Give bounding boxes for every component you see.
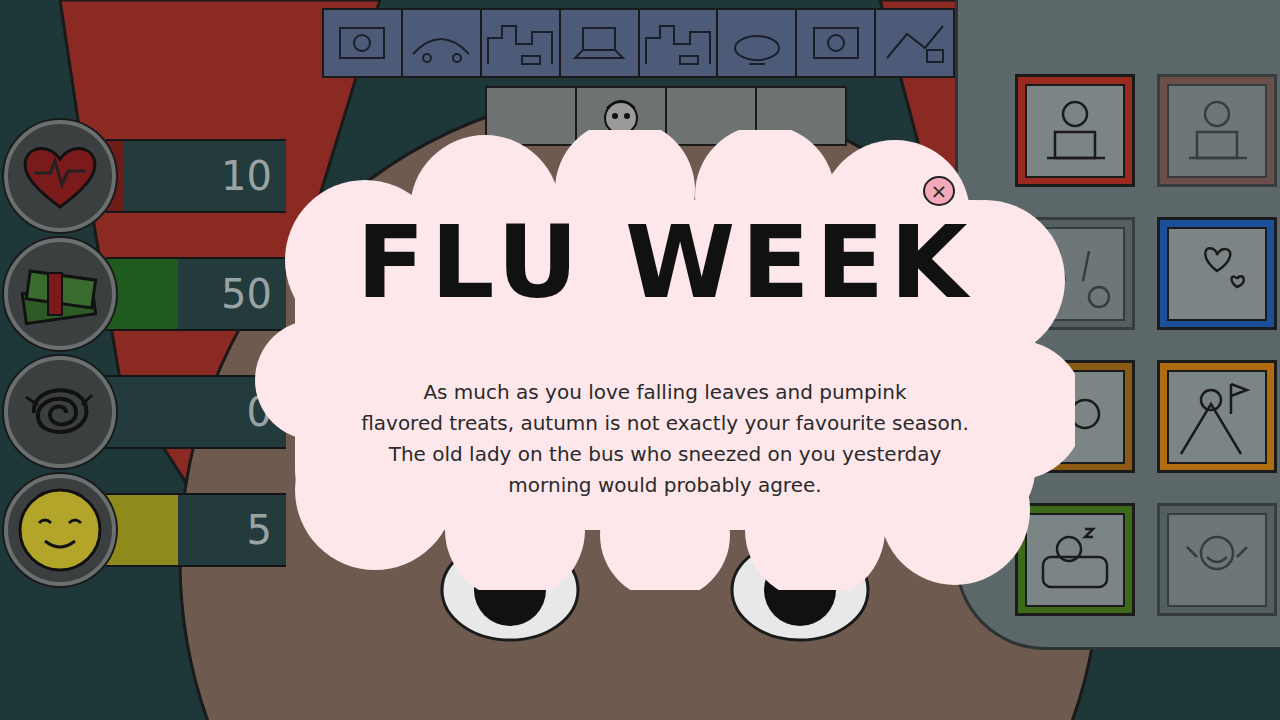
work-icon (1029, 88, 1121, 174)
city-sketch-icon (482, 14, 558, 72)
timeline-panel (482, 10, 559, 76)
stat-row: 10 (4, 120, 310, 232)
dialog-text-line: The old lady on the bus who sneezed on y… (389, 439, 942, 470)
stat-badge (4, 356, 116, 468)
activity-card[interactable] (1015, 503, 1135, 616)
rest-icon (1029, 517, 1121, 603)
stat-bar: 5 (106, 493, 286, 567)
stat-bar-fill (106, 259, 178, 329)
game-screen: 105005×FLU WEEKAs much as you love falli… (0, 0, 1280, 720)
activity-card[interactable] (1157, 503, 1277, 616)
stat-row: 50 (4, 238, 310, 350)
timeline-panel (561, 10, 638, 76)
stat-value: 10 (221, 153, 286, 199)
stat-value: 5 (247, 507, 286, 553)
city-sketch-icon (640, 14, 716, 72)
activity-art (1025, 84, 1125, 178)
timeline-panel (718, 10, 795, 76)
stat-bar-fill (106, 495, 178, 565)
stat-bar: 50 (106, 257, 286, 331)
activity-card[interactable] (1157, 74, 1277, 187)
activity-art (1167, 370, 1267, 464)
hike-icon (1171, 374, 1263, 460)
gym-icon (1171, 517, 1263, 603)
dialog-content: FLU WEEK As much as you love falling leav… (255, 130, 1075, 501)
stat-badge (4, 238, 116, 350)
stat-badge (4, 474, 116, 586)
activity-card[interactable] (1157, 360, 1277, 473)
activity-art (1025, 513, 1125, 607)
timeline-panel (640, 10, 717, 76)
activity-grid (1015, 74, 1280, 616)
bus-sketch-icon (403, 14, 479, 72)
stat-bar: 10 (106, 139, 286, 213)
laptop-sketch-icon (561, 14, 637, 72)
activity-slot[interactable] (487, 88, 575, 144)
timeline-panel (797, 10, 874, 76)
money-icon (18, 259, 102, 329)
smile-icon (15, 485, 105, 575)
activity-art (1167, 513, 1267, 607)
dialog-text-line: flavored treats, autumn is not exactly y… (361, 408, 969, 439)
video-sketch-icon (324, 14, 400, 72)
dialog-title: FLU WEEK (357, 210, 974, 315)
timeline-strip (322, 8, 955, 78)
activity-art (1167, 84, 1267, 178)
date-icon (1171, 231, 1263, 317)
activity-art (1167, 227, 1267, 321)
map-sketch-icon (877, 14, 953, 72)
dialog-body: As much as you love falling leaves and p… (361, 377, 969, 501)
video-sketch-icon (798, 14, 874, 72)
dialog-text-line: morning would probably agree. (508, 470, 821, 501)
stat-badge (4, 120, 116, 232)
stress-scribble-icon (20, 377, 100, 447)
event-dialog: × FLU WEEK As much as you love falling lea… (255, 130, 1075, 590)
activity-card[interactable] (1157, 217, 1277, 330)
timeline-panel (876, 10, 953, 76)
overtime-icon (1171, 88, 1263, 174)
timeline-panel (324, 10, 401, 76)
dinner-sketch-icon (719, 14, 795, 72)
stat-value: 50 (221, 271, 286, 317)
heart-icon (20, 141, 100, 211)
activity-card[interactable] (1015, 74, 1135, 187)
stat-row: 5 (4, 474, 310, 586)
dialog-text-line: As much as you love falling leaves and p… (423, 377, 906, 408)
timeline-panel (403, 10, 480, 76)
close-button[interactable]: × (923, 176, 955, 206)
